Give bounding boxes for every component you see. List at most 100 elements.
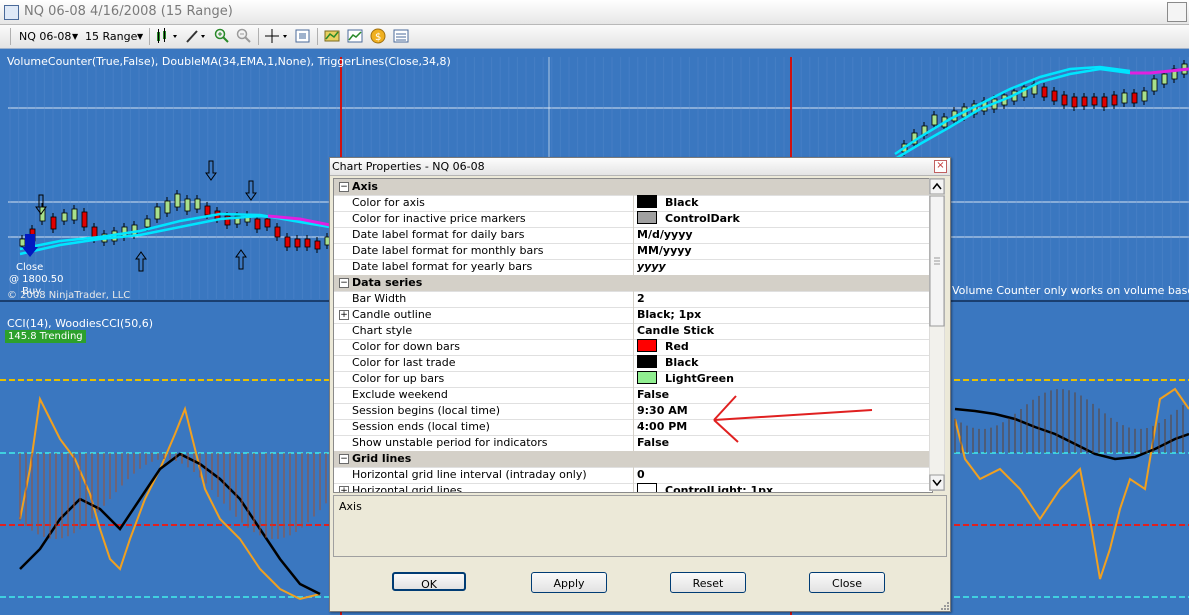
- color-swatch: [637, 483, 657, 492]
- property-value-cell[interactable]: Red: [634, 339, 932, 355]
- market-analyzer-icon[interactable]: $: [370, 28, 386, 44]
- up-candle: [1121, 92, 1128, 104]
- down-candle: [1101, 96, 1108, 108]
- zoom-out-icon[interactable]: [236, 28, 252, 44]
- down-candle: [254, 218, 261, 230]
- property-row[interactable]: Color for axis Black: [334, 195, 932, 212]
- data-box-icon[interactable]: [393, 28, 409, 44]
- up-candle: [144, 218, 151, 228]
- collapse-icon[interactable]: −: [339, 182, 349, 192]
- property-value-cell[interactable]: ControlLight; 1px: [634, 483, 932, 493]
- down-candle: [50, 216, 57, 230]
- property-value-cell[interactable]: Black; 1px: [634, 307, 932, 323]
- property-name: Horizontal grid lines: [352, 483, 634, 492]
- chart-toolbar: NQ 06-08 ▼ 15 Range ▼ $: [0, 25, 1189, 49]
- expand-icon[interactable]: +: [339, 310, 349, 320]
- properties-icon[interactable]: [295, 28, 311, 44]
- indicators-icon[interactable]: [324, 28, 340, 44]
- property-name: Session ends (local time): [352, 419, 634, 435]
- property-row[interactable]: Horizontal grid line interval (intraday …: [334, 467, 932, 484]
- property-row[interactable]: Chart style Candle Stick: [334, 323, 932, 340]
- property-row[interactable]: + Candle outline Black; 1px: [334, 307, 932, 324]
- reset-button[interactable]: Reset: [670, 572, 746, 593]
- collapse-icon[interactable]: −: [339, 278, 349, 288]
- resize-grip-icon[interactable]: [939, 600, 949, 610]
- property-row[interactable]: Date label format for monthly bars MM/yyy…: [334, 243, 932, 260]
- property-row[interactable]: + Horizontal grid lines ControlLight; 1px: [334, 483, 932, 493]
- expand-icon[interactable]: +: [339, 486, 349, 492]
- property-value-cell[interactable]: Black: [634, 355, 932, 371]
- collapse-icon[interactable]: −: [339, 454, 349, 464]
- property-value-cell[interactable]: MM/yyyy: [634, 243, 932, 259]
- property-name: Color for down bars: [352, 339, 634, 355]
- property-name: Date label format for monthly bars: [352, 243, 634, 259]
- window-maximize-button[interactable]: [1167, 2, 1187, 22]
- down-candle: [274, 226, 281, 238]
- toolbar-separator: [10, 28, 11, 45]
- property-value: Red: [665, 340, 689, 353]
- period-selector[interactable]: 15 Range ▼: [85, 29, 143, 44]
- property-value: ControlLight; 1px: [665, 484, 774, 493]
- property-row[interactable]: Color for down bars Red: [334, 339, 932, 356]
- zoom-in-icon[interactable]: [214, 28, 230, 44]
- property-value-cell[interactable]: 2: [634, 291, 932, 307]
- property-value: ControlDark: [665, 212, 740, 225]
- up-candle: [1151, 78, 1158, 92]
- down-candle: [1041, 86, 1048, 98]
- property-row[interactable]: Color for inactive price markers ControlD…: [334, 211, 932, 228]
- trigger-line: [1130, 67, 1189, 75]
- scroll-up-button: [929, 178, 945, 195]
- property-value-cell[interactable]: Black: [634, 195, 932, 211]
- property-value-cell[interactable]: M/d/yyyy: [634, 227, 932, 243]
- dialog-title: Chart Properties - NQ 06-08: [332, 160, 485, 173]
- up-candle: [71, 208, 78, 221]
- volume-counter-note: Volume Counter only works on volume base…: [952, 284, 1189, 297]
- property-value-cell[interactable]: yyyy: [634, 259, 932, 275]
- close-price-label: @ 1800.50: [9, 274, 64, 285]
- instrument-selector-value: NQ 06-08: [19, 30, 72, 43]
- strategies-icon[interactable]: [347, 28, 363, 44]
- dialog-titlebar: Chart Properties - NQ 06-08 ×: [330, 158, 950, 176]
- toolbar-separator: [149, 28, 150, 45]
- up-candle: [164, 200, 171, 214]
- property-grid-scrollbar[interactable]: [929, 178, 945, 491]
- down-candle: [1111, 94, 1118, 106]
- property-row[interactable]: Color for last trade Black: [334, 355, 932, 372]
- property-value: Black; 1px: [637, 308, 702, 321]
- property-category-row[interactable]: − Data series: [334, 275, 932, 292]
- close-button[interactable]: Close: [809, 572, 885, 593]
- property-value: Black: [665, 356, 699, 369]
- property-row[interactable]: Date label format for yearly bars yyyy: [334, 259, 932, 276]
- svg-text:$: $: [375, 32, 381, 43]
- property-row[interactable]: Date label format for daily bars M/d/yyyy: [334, 227, 932, 244]
- period-selector-value: 15 Range: [85, 30, 138, 43]
- property-value: False: [637, 436, 670, 449]
- property-row[interactable]: Color for up bars LightGreen: [334, 371, 932, 388]
- dialog-close-icon[interactable]: ×: [934, 160, 947, 173]
- category-label: Grid lines: [352, 452, 412, 465]
- property-name: Color for up bars: [352, 371, 634, 387]
- property-value-cell[interactable]: LightGreen: [634, 371, 932, 387]
- crosshair-icon[interactable]: [264, 28, 290, 44]
- chart-style-icon[interactable]: [155, 28, 179, 44]
- property-category-row[interactable]: − Grid lines: [334, 451, 932, 468]
- property-name: Color for inactive price markers: [352, 211, 634, 227]
- property-row[interactable]: Bar Width 2: [334, 291, 932, 308]
- property-value-cell[interactable]: 0: [634, 467, 932, 483]
- property-description-panel: Axis: [333, 495, 947, 557]
- property-value: Candle Stick: [637, 324, 715, 337]
- drawing-tool-icon[interactable]: [185, 28, 209, 44]
- property-value-cell[interactable]: ControlDark: [634, 211, 932, 227]
- chevron-down-icon: ▼: [72, 32, 79, 41]
- ok-button[interactable]: OK: [392, 572, 466, 591]
- up-candle: [184, 198, 191, 212]
- apply-button[interactable]: Apply: [531, 572, 607, 593]
- color-swatch: [637, 195, 657, 208]
- property-value: 0: [637, 468, 645, 481]
- property-value-cell[interactable]: Candle Stick: [634, 323, 932, 339]
- property-name: Horizontal grid line interval (intraday …: [352, 467, 634, 483]
- property-name: Date label format for yearly bars: [352, 259, 634, 275]
- property-category-row[interactable]: − Axis: [334, 179, 932, 196]
- instrument-selector[interactable]: NQ 06-08 ▼: [19, 29, 79, 44]
- color-swatch: [637, 371, 657, 384]
